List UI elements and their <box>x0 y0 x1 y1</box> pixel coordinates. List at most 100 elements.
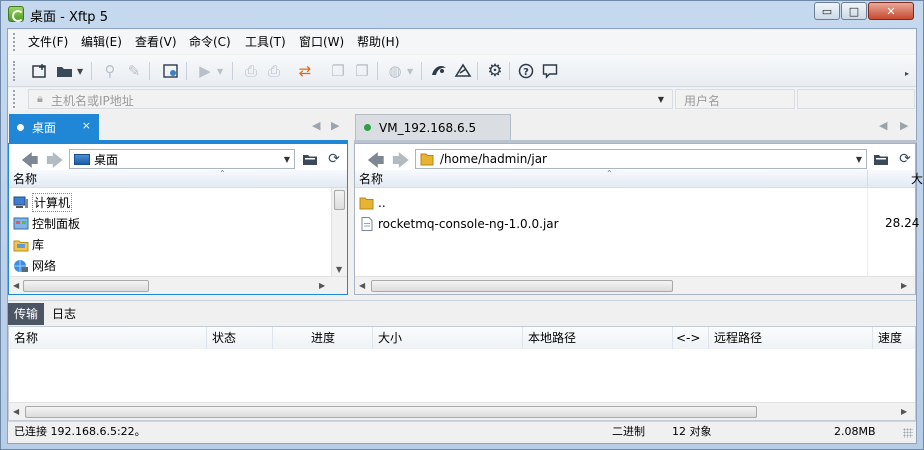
transfer-column-status[interactable]: 状态 <box>207 327 273 349</box>
refresh-icon[interactable]: ⟳ <box>895 150 915 168</box>
tab-scroll-left-icon[interactable]: ◀ <box>879 119 887 132</box>
transfer-horizontal-scrollbar[interactable]: ◀ ▶ <box>9 402 915 420</box>
tab-remote-vm[interactable]: VM_192.168.6.5 <box>355 114 511 140</box>
session-properties-icon[interactable] <box>161 61 181 81</box>
remote-horizontal-scrollbar[interactable]: ◀ ▶ <box>355 276 915 294</box>
menu-view[interactable]: 查看(V) <box>129 30 183 54</box>
host-dropdown-icon[interactable]: ▼ <box>658 95 664 104</box>
xmanager-icon[interactable] <box>453 61 473 81</box>
sync-arrows-icon[interactable]: ⇄ <box>295 61 315 81</box>
tab-scroll-right-icon[interactable]: ▶ <box>900 119 908 132</box>
list-item[interactable]: 网络 <box>9 255 331 276</box>
xftp-app-icon[interactable] <box>8 6 24 22</box>
list-item[interactable]: 控制面板 <box>9 213 331 234</box>
column-size-header[interactable]: 大 <box>911 170 923 188</box>
remote-path-row: 🡄 🡆 /home/hadmin/jar ▼ ⟳ <box>355 146 915 171</box>
maximize-button[interactable]: □ <box>841 2 867 20</box>
encoding-globe-icon[interactable]: ◍ <box>385 61 405 81</box>
column-name-header[interactable]: 名称 <box>13 170 37 188</box>
connect-icon[interactable]: ⚲ <box>100 61 120 81</box>
disconnect-icon[interactable]: ✎ <box>124 61 144 81</box>
transfer-column-size[interactable]: 大小 <box>373 327 523 349</box>
refresh-icon[interactable]: ⟳ <box>324 150 344 168</box>
tab-local-desktop[interactable]: 桌面 × <box>9 114 99 140</box>
addressbar-grip[interactable] <box>13 90 15 108</box>
encoding-dropdown-icon[interactable]: ▼ <box>407 67 413 76</box>
transfer-icon[interactable]: ▶ <box>195 61 215 81</box>
scroll-thumb[interactable] <box>25 406 757 418</box>
local-column-header[interactable]: 名称 ⌃ <box>9 169 347 188</box>
menu-window[interactable]: 窗口(W) <box>293 30 350 54</box>
remote-column-header[interactable]: 名称 ⌃ 大 <box>355 169 923 188</box>
tab-transfer[interactable]: 传输 <box>8 303 45 325</box>
menu-edit[interactable]: 编辑(E) <box>75 30 128 54</box>
scroll-right-icon[interactable]: ▶ <box>901 281 907 290</box>
tab-scroll-left-icon[interactable]: ◀ <box>312 119 320 132</box>
menu-file[interactable]: 文件(F) <box>22 30 74 54</box>
remote-path-combo[interactable]: /home/hadmin/jar ▼ <box>415 149 867 169</box>
host-input[interactable]: 🔒︎ 主机名或IP地址 ▼ <box>28 89 673 109</box>
transfer-column-direction[interactable]: <-> <box>673 327 709 349</box>
menu-tools[interactable]: 工具(T) <box>239 30 292 54</box>
toolbar-overflow-icon[interactable]: ▸ <box>905 69 909 78</box>
scroll-thumb[interactable] <box>334 190 345 210</box>
local-vertical-scrollbar[interactable]: ▼ <box>331 188 347 276</box>
list-item[interactable]: rocketmq-console-ng-1.0.0.jar 28.24 <box>355 213 919 234</box>
scroll-thumb[interactable] <box>371 280 673 292</box>
folder-icon <box>359 197 374 209</box>
new-folder-icon[interactable] <box>300 150 320 168</box>
transfer-column-progress[interactable]: 进度 <box>273 327 373 349</box>
feedback-chat-icon[interactable] <box>540 61 560 81</box>
menu-help[interactable]: 帮助(H) <box>351 30 405 54</box>
column-divider[interactable] <box>867 170 868 188</box>
toolbar-separator <box>91 62 92 80</box>
close-window-button[interactable]: ✕ <box>868 2 914 20</box>
transfer-column-local-path[interactable]: 本地路径 <box>523 327 673 349</box>
resize-grip-icon[interactable] <box>903 428 913 438</box>
help-icon[interactable]: ? <box>516 61 536 81</box>
new-session-icon[interactable] <box>30 61 50 81</box>
scroll-right-icon[interactable]: ▶ <box>319 281 325 290</box>
transfer-column-speed[interactable]: 速度 <box>873 327 915 349</box>
scroll-right-icon[interactable]: ▶ <box>901 407 907 416</box>
scroll-down-icon[interactable]: ▼ <box>336 265 342 274</box>
list-item[interactable]: .. <box>355 192 915 213</box>
column-name-header[interactable]: 名称 <box>359 170 383 188</box>
minimize-button[interactable]: ▭ <box>814 2 840 20</box>
folder-icon <box>420 153 434 166</box>
upload-icon[interactable]: ⎙ <box>241 61 261 81</box>
scroll-left-icon[interactable]: ◀ <box>13 407 19 416</box>
toolbar-grip[interactable] <box>13 61 15 81</box>
close-tab-icon[interactable]: × <box>82 119 91 132</box>
transfer-dropdown-icon[interactable]: ▼ <box>217 67 223 76</box>
xshell-icon[interactable] <box>429 61 449 81</box>
transfer-column-remote-path[interactable]: 远程路径 <box>709 327 873 349</box>
title-bar[interactable]: 桌面 - Xftp 5 ▭ □ ✕ <box>0 0 924 28</box>
username-input[interactable]: 用户名 <box>675 89 795 109</box>
local-path-dropdown-icon[interactable]: ▼ <box>284 155 290 164</box>
remote-path-dropdown-icon[interactable]: ▼ <box>856 155 862 164</box>
menu-command[interactable]: 命令(C) <box>183 30 237 54</box>
tab-log[interactable]: 日志 <box>46 303 82 325</box>
item-label: 控制面板 <box>32 217 81 231</box>
copy-icon[interactable]: ❐ <box>328 61 348 81</box>
settings-gear-icon[interactable]: ⚙ <box>485 61 505 81</box>
menubar-grip[interactable] <box>13 33 15 51</box>
transfer-column-name[interactable]: 名称 <box>9 327 207 349</box>
item-size: 28.24 <box>885 216 920 230</box>
list-item[interactable]: 计算机 <box>9 192 331 213</box>
local-horizontal-scrollbar[interactable]: ◀ ▶ <box>9 276 347 294</box>
list-item[interactable]: 库 <box>9 234 331 255</box>
paste-icon[interactable]: ❐ <box>352 61 372 81</box>
open-folder-icon[interactable] <box>55 61 75 81</box>
scroll-left-icon[interactable]: ◀ <box>359 281 365 290</box>
new-folder-icon[interactable] <box>871 150 891 168</box>
tab-scroll-right-icon[interactable]: ▶ <box>331 119 339 132</box>
open-dropdown-icon[interactable]: ▼ <box>77 67 83 76</box>
address-bar: 🔒︎ 主机名或IP地址 ▼ 用户名 <box>8 88 916 110</box>
password-input[interactable] <box>797 89 915 109</box>
scroll-left-icon[interactable]: ◀ <box>13 281 19 290</box>
download-icon[interactable]: ⎙ <box>264 61 284 81</box>
scroll-thumb[interactable] <box>23 280 149 292</box>
local-path-combo[interactable]: 桌面 ▼ <box>69 149 295 169</box>
